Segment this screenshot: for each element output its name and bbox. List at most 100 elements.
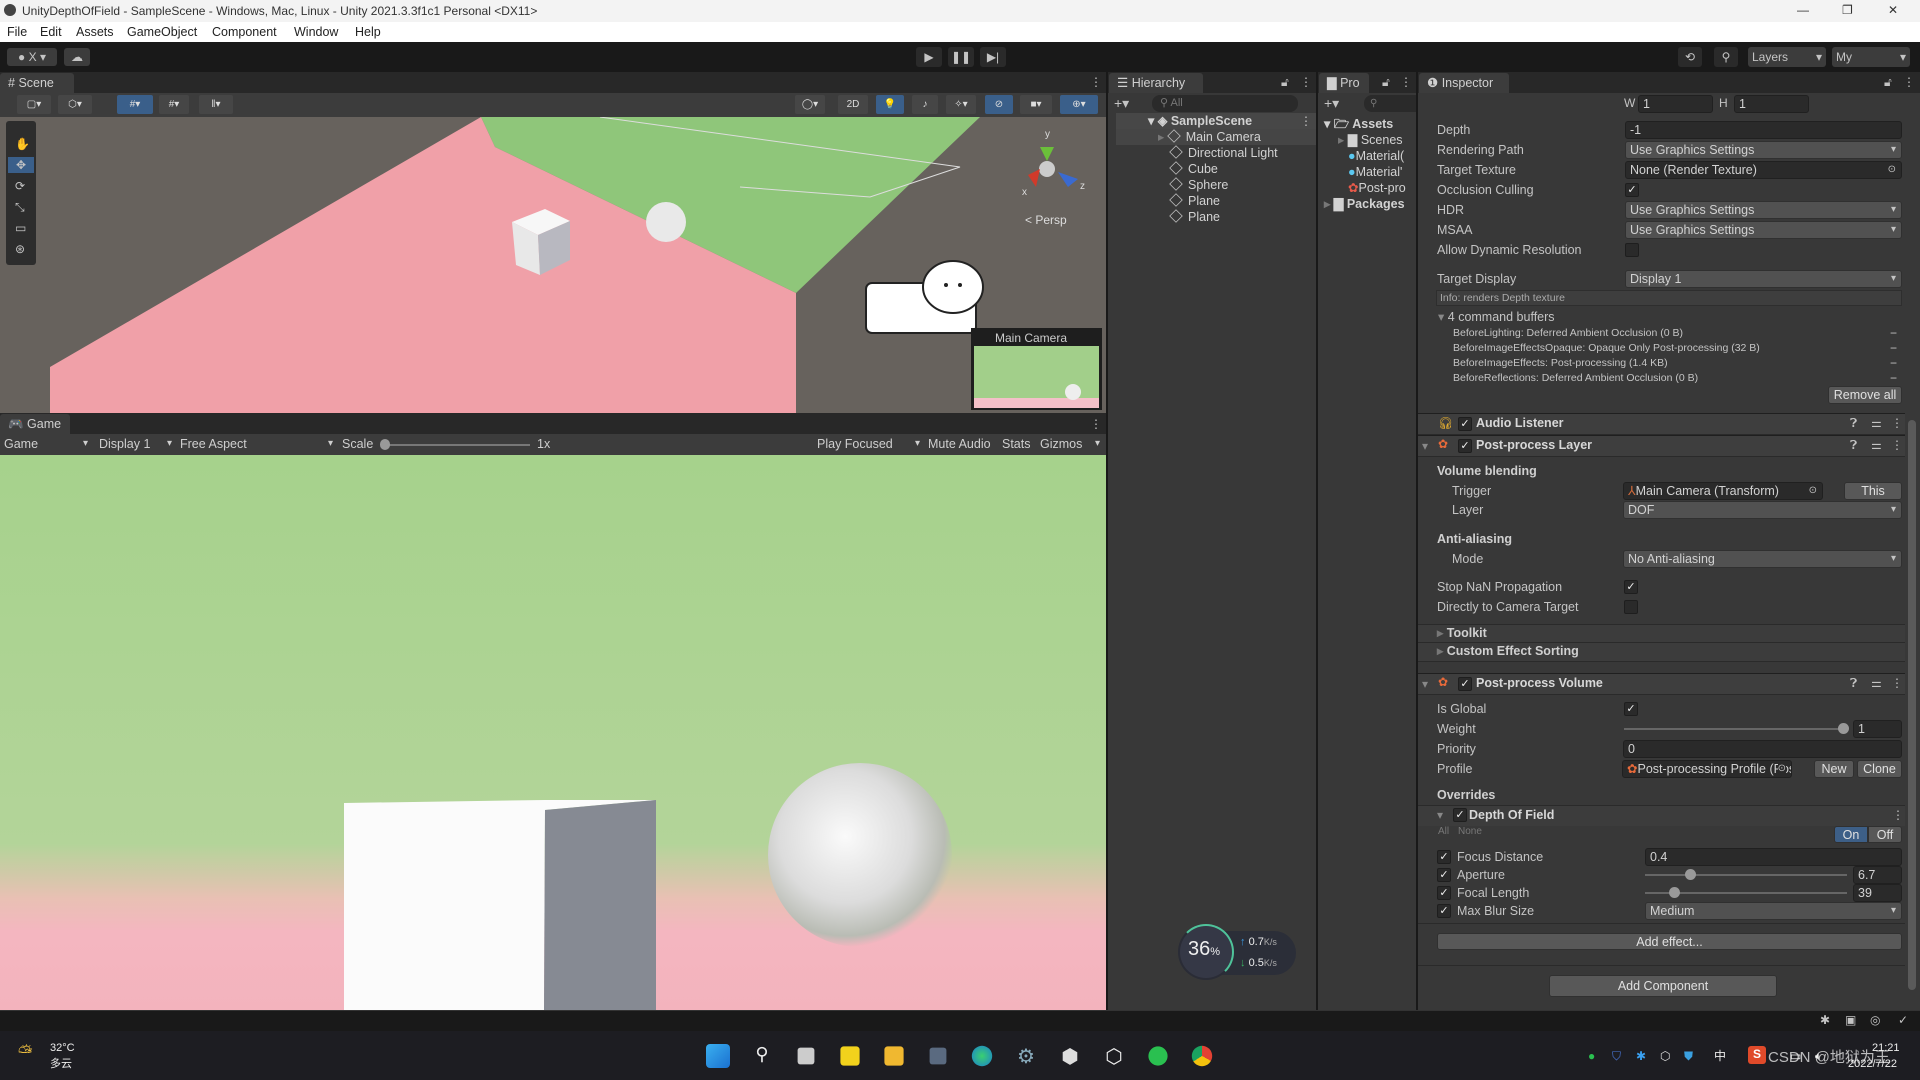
hierarchy-item-plane-2[interactable]: Plane bbox=[1169, 209, 1220, 225]
max-blur-dropdown[interactable]: Medium ▾ bbox=[1645, 902, 1902, 920]
render-mode-dropdown[interactable]: ⬡▾ bbox=[58, 95, 92, 114]
preset-icon[interactable]: ⚌ bbox=[1871, 676, 1882, 690]
component-menu-icon[interactable]: ⋮ bbox=[1891, 676, 1903, 690]
maximize-button[interactable]: ❐ bbox=[1842, 2, 1853, 18]
scene-menu-icon-hier[interactable]: ⋮ bbox=[1300, 113, 1312, 129]
audio-button[interactable]: ♪ bbox=[912, 95, 938, 114]
weather-desc[interactable]: 多云 bbox=[50, 1056, 72, 1072]
sticky-notes-icon[interactable] bbox=[840, 1046, 860, 1066]
progress-icon[interactable]: ▣ bbox=[1845, 1012, 1856, 1028]
dof-all-button[interactable]: All bbox=[1438, 824, 1449, 840]
lighting-button[interactable]: 💡 bbox=[876, 95, 904, 114]
layout-dropdown[interactable]: My ▾ bbox=[1832, 47, 1910, 67]
ime-indicator[interactable]: 中 bbox=[1714, 1048, 1726, 1064]
command-buffers-foldout[interactable]: ▾ 4 command buffers bbox=[1438, 309, 1555, 325]
step-button[interactable]: ▶| bbox=[980, 47, 1006, 67]
rotate-tool-icon[interactable]: ⟳ bbox=[15, 178, 25, 194]
game-menu-icon[interactable]: ⋮ bbox=[1090, 416, 1102, 432]
debug-icon[interactable]: ✱ bbox=[1820, 1012, 1830, 1028]
focal-length-field[interactable]: 39 bbox=[1853, 884, 1902, 902]
hierarchy-menu-icon[interactable]: ⋮ bbox=[1300, 74, 1312, 90]
remove-buffer-icon[interactable]: − bbox=[1890, 370, 1897, 386]
object-picker-icon[interactable]: ⊙ bbox=[1809, 483, 1817, 499]
wechat-icon[interactable] bbox=[1148, 1046, 1168, 1066]
account-dropdown[interactable]: ● X ▾ bbox=[7, 48, 57, 66]
aperture-slider-handle[interactable] bbox=[1685, 869, 1696, 880]
viewport-w-field[interactable]: 1 bbox=[1638, 95, 1713, 113]
depth-field[interactable]: -1 bbox=[1625, 121, 1902, 139]
move-tool-icon[interactable]: ✥ bbox=[8, 157, 34, 173]
trigger-field[interactable]: ⅄Main Camera (Transform) ⊙ bbox=[1623, 482, 1823, 500]
history-icon[interactable]: ⟲ bbox=[1678, 47, 1702, 67]
priority-field[interactable]: 0 bbox=[1623, 740, 1902, 758]
increment-snap-button[interactable]: #▾ bbox=[159, 95, 189, 114]
foldout-arrow-icon[interactable]: ▾ bbox=[1422, 677, 1428, 691]
menu-window[interactable]: Window bbox=[294, 24, 338, 40]
project-menu-icon[interactable]: ⋮ bbox=[1400, 74, 1412, 90]
occlusion-culling-checkbox[interactable]: ✓ bbox=[1625, 183, 1639, 197]
dof-enabled-checkbox[interactable]: ✓ bbox=[1453, 808, 1467, 822]
target-display-dropdown[interactable]: Display 1 ▾ bbox=[1625, 270, 1902, 288]
dof-on-button[interactable]: On bbox=[1834, 826, 1868, 843]
gizmos-button[interactable]: ⊕▾ bbox=[1060, 95, 1098, 114]
hierarchy-search-input[interactable]: ⚲ All bbox=[1152, 95, 1298, 112]
unity-editor-icon[interactable]: ⬡ bbox=[1102, 1044, 1126, 1068]
hidden-objects-button[interactable]: ⊘ bbox=[985, 95, 1013, 114]
component-menu-icon[interactable]: ⋮ bbox=[1891, 416, 1903, 430]
help-icon[interactable]: ❓︎ bbox=[1850, 416, 1857, 431]
focus-distance-field[interactable]: 0.4 bbox=[1645, 848, 1902, 866]
inspector-scrollbar[interactable] bbox=[1908, 420, 1916, 990]
layers-dropdown[interactable]: Layers ▾ bbox=[1748, 47, 1826, 67]
remove-buffer-icon[interactable]: − bbox=[1890, 325, 1897, 341]
tray-wechat-icon[interactable]: ● bbox=[1588, 1048, 1595, 1064]
scale-slider-handle[interactable] bbox=[380, 439, 390, 450]
max-blur-override-checkbox[interactable]: ✓ bbox=[1437, 904, 1451, 918]
menu-help[interactable]: Help bbox=[355, 24, 381, 40]
help-icon[interactable]: ❓︎ bbox=[1850, 676, 1857, 691]
post-process-volume-enabled-checkbox[interactable]: ✓ bbox=[1458, 677, 1472, 691]
dynamic-resolution-checkbox[interactable] bbox=[1625, 243, 1639, 257]
search-icon[interactable]: ⚲ bbox=[1714, 47, 1738, 67]
project-search-input[interactable]: ⚲ bbox=[1364, 95, 1416, 112]
menu-assets[interactable]: Assets bbox=[76, 24, 114, 40]
aspect-dropdown[interactable]: Free Aspect ▾ bbox=[180, 436, 333, 452]
project-lock-icon[interactable]: 🔓︎ bbox=[1382, 74, 1390, 90]
close-button[interactable]: ✕ bbox=[1888, 2, 1898, 18]
shading-button[interactable]: ◯▾ bbox=[795, 95, 825, 114]
tray-unity-icon[interactable]: ⬡ bbox=[1660, 1048, 1670, 1064]
anti-aliasing-mode-dropdown[interactable]: No Anti-aliasing ▾ bbox=[1623, 550, 1902, 568]
settings-icon[interactable]: ⚙ bbox=[1014, 1044, 1038, 1068]
dof-none-button[interactable]: None bbox=[1458, 824, 1482, 840]
minimize-button[interactable]: — bbox=[1797, 2, 1809, 18]
tab-game[interactable]: 🎮 Game bbox=[0, 414, 70, 434]
sogou-icon[interactable]: S bbox=[1748, 1046, 1766, 1064]
project-assets-folder[interactable]: ▾ 🗁 Assets bbox=[1324, 116, 1393, 132]
dof-off-button[interactable]: Off bbox=[1868, 826, 1902, 843]
hierarchy-item-main-camera[interactable]: ▸ Main Camera bbox=[1158, 129, 1261, 145]
chrome-icon[interactable] bbox=[1191, 1045, 1213, 1067]
transform-tool-icon[interactable]: ⊛ bbox=[15, 241, 25, 257]
weight-slider-handle[interactable] bbox=[1838, 723, 1849, 734]
post-process-layer-enabled-checkbox[interactable]: ✓ bbox=[1458, 439, 1472, 453]
project-item-material-1[interactable]: ●Material' bbox=[1348, 164, 1402, 180]
hierarchy-scene[interactable]: ▾ ◈ SampleScene bbox=[1148, 113, 1252, 129]
foldout-arrow-icon[interactable]: ▾ bbox=[1422, 439, 1428, 453]
dof-foldout-arrow[interactable]: ▾ bbox=[1437, 807, 1443, 823]
pause-button[interactable]: ❚❚ bbox=[948, 47, 974, 67]
audio-listener-header[interactable]: 🎧︎ ✓ Audio Listener ❓︎ ⚌ ⋮ bbox=[1418, 413, 1905, 435]
remove-all-button[interactable]: Remove all bbox=[1828, 386, 1902, 404]
hdr-dropdown[interactable]: Use Graphics Settings ▾ bbox=[1625, 201, 1902, 219]
effects-button[interactable]: ✧▾ bbox=[946, 95, 976, 114]
menu-edit[interactable]: Edit bbox=[40, 24, 62, 40]
rect-tool-icon[interactable]: ▭ bbox=[15, 220, 26, 236]
this-button[interactable]: This bbox=[1844, 482, 1902, 500]
task-view-icon[interactable] bbox=[797, 1047, 815, 1065]
weight-slider[interactable] bbox=[1624, 728, 1842, 730]
persp-label[interactable]: < Persp bbox=[1025, 213, 1067, 227]
add-component-button[interactable]: Add Component bbox=[1549, 975, 1777, 997]
game-mode-dropdown[interactable]: Game ▾ bbox=[4, 436, 88, 452]
is-global-checkbox[interactable]: ✓ bbox=[1624, 702, 1638, 716]
tray-defender-icon[interactable]: ⛊ bbox=[1684, 1048, 1693, 1064]
project-item-scenes[interactable]: ▸ ▇ Scenes bbox=[1338, 132, 1403, 148]
aperture-override-checkbox[interactable]: ✓ bbox=[1437, 868, 1451, 882]
